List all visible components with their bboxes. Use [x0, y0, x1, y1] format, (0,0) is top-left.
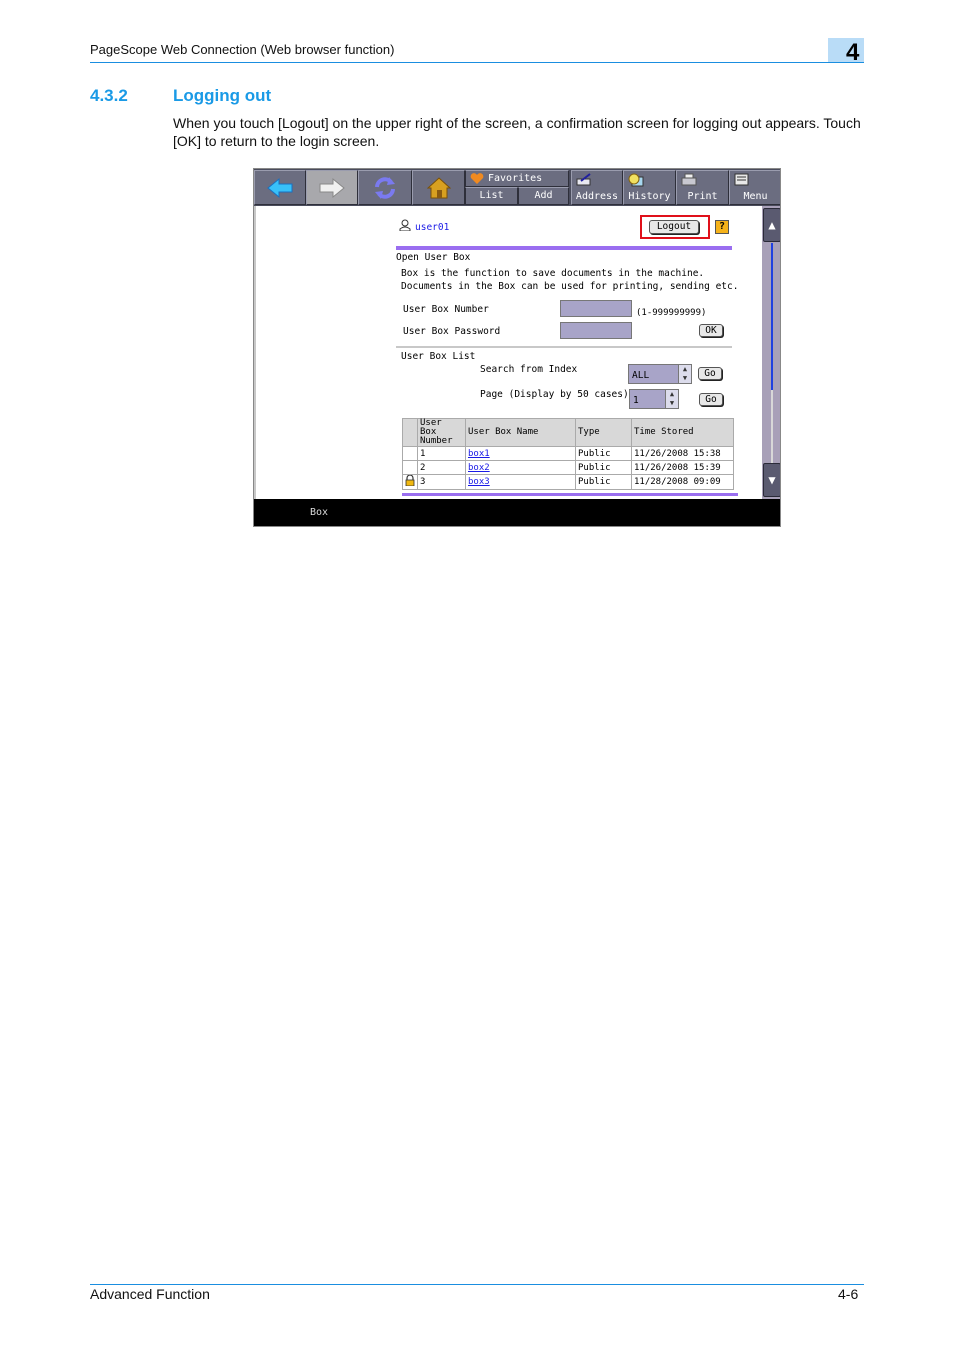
open-user-box-heading: Open User Box: [396, 252, 471, 263]
table-row: 3 box3 Public 11/28/2008 09:09: [402, 474, 734, 490]
column-header-time: Time Stored: [631, 418, 734, 447]
print-button[interactable]: Print: [676, 170, 729, 205]
page-select[interactable]: 1 ▲ ▼: [629, 389, 679, 409]
spinner-arrows-icon[interactable]: ▲ ▼: [665, 390, 678, 408]
box-name-link[interactable]: box3: [468, 477, 490, 487]
scroll-up-button[interactable]: ▲: [763, 208, 780, 242]
page-go-button[interactable]: Go: [699, 393, 723, 406]
running-header-title: PageScope Web Connection (Web browser fu…: [90, 42, 395, 57]
padlock-icon: [405, 474, 415, 487]
box-number: 2: [417, 460, 466, 475]
favorites-add-button[interactable]: Add: [518, 187, 569, 205]
search-index-label: Search from Index: [480, 364, 578, 375]
logout-button[interactable]: Logout: [649, 220, 699, 234]
address-book-icon: [576, 173, 591, 186]
table-row: 2 box2 Public 11/26/2008 15:39: [402, 460, 734, 475]
header-divider: [90, 62, 864, 63]
status-bar-label: Box: [310, 507, 329, 518]
table-header-row: User Box Number User Box Name Type Time …: [402, 418, 734, 447]
browser-toolbar: Favorites List Add Address History Print: [254, 169, 780, 206]
section-divider-top: [396, 246, 732, 250]
web-browser-screenshot: Favorites List Add Address History Print: [253, 168, 781, 527]
scroll-down-button[interactable]: ▼: [763, 463, 780, 497]
search-index-select[interactable]: ALL ▲ ▼: [628, 364, 692, 384]
user-box-number-label: User Box Number: [403, 304, 489, 315]
user-box-table: User Box Number User Box Name Type Time …: [402, 418, 734, 490]
column-header-type: Type: [575, 418, 632, 447]
favorites-list-button[interactable]: List: [465, 187, 518, 205]
menu-button[interactable]: Menu: [729, 170, 780, 205]
history-label: History: [628, 191, 671, 202]
box-description-1: Box is the function to save documents in…: [401, 268, 705, 279]
box-type: Public: [575, 446, 632, 461]
back-button[interactable]: [254, 170, 306, 205]
arrow-down-icon: ▼: [768, 473, 776, 487]
page-value: 1: [633, 395, 639, 406]
refresh-icon: [375, 176, 395, 199]
box-number: 3: [417, 474, 466, 490]
user-box-password-label: User Box Password: [403, 326, 501, 337]
vertical-scrollbar[interactable]: ▲ ▼: [762, 206, 780, 499]
section-body: When you touch [Logout] on the upper rig…: [173, 115, 861, 149]
lock-cell: [402, 446, 418, 461]
section-number: 4.3.2: [90, 86, 128, 105]
lock-cell: [402, 474, 418, 490]
footer-title: Advanced Function: [90, 1286, 210, 1302]
box-name-link[interactable]: box2: [468, 463, 490, 473]
back-arrow-icon: [267, 177, 293, 198]
box-type: Public: [575, 474, 632, 490]
forward-button[interactable]: [306, 170, 358, 205]
section-title: Logging out: [173, 86, 272, 105]
footer-divider: [90, 1284, 864, 1285]
print-label: Print: [687, 191, 718, 202]
table-row: 1 box1 Public 11/26/2008 15:38: [402, 446, 734, 461]
box-time-stored: 11/28/2008 09:09: [631, 474, 734, 490]
box-type: Public: [575, 460, 632, 475]
user-box-number-range: (1-999999999): [636, 308, 707, 318]
menu-icon: [734, 173, 749, 186]
forward-arrow-icon: [319, 177, 345, 198]
heart-icon: [470, 173, 484, 184]
box-time-stored: 11/26/2008 15:39: [631, 460, 734, 475]
printer-icon: [681, 173, 697, 186]
box-description-2: Documents in the Box can be used for pri…: [401, 281, 739, 292]
menu-label: Menu: [743, 191, 768, 202]
address-button[interactable]: Address: [571, 170, 623, 205]
address-label: Address: [575, 191, 619, 202]
user-icon: [399, 219, 411, 231]
user-name: user01: [415, 222, 450, 233]
status-bar: Box: [254, 499, 780, 526]
history-icon: [628, 173, 644, 187]
page-display-label: Page (Display by 50 cases): [480, 389, 629, 400]
user-box-number-input[interactable]: [560, 300, 632, 317]
refresh-button[interactable]: [358, 170, 412, 205]
page-number: 4-6: [838, 1286, 859, 1302]
home-icon: [426, 176, 451, 198]
scroll-thumb[interactable]: [771, 243, 773, 390]
box-name-link[interactable]: box1: [468, 449, 490, 459]
lock-column-header: [402, 418, 418, 447]
user-box-password-input[interactable]: [560, 322, 632, 339]
search-go-button[interactable]: Go: [698, 367, 722, 380]
spinner-arrows-icon[interactable]: ▲ ▼: [678, 365, 691, 383]
favorites-label: Favorites: [488, 173, 543, 184]
home-button[interactable]: [412, 170, 465, 205]
user-box-list-heading: User Box List: [401, 351, 476, 362]
box-time-stored: 11/26/2008 15:38: [631, 446, 734, 461]
box-number: 1: [417, 446, 466, 461]
page-content: user01 Logout ? Open User Box Box is the…: [254, 206, 766, 499]
favorites-header: Favorites: [465, 170, 569, 187]
lock-cell: [402, 460, 418, 475]
chapter-number: 4: [846, 39, 860, 66]
column-header-number: User Box Number: [417, 418, 466, 447]
section-divider-bottom: [402, 493, 738, 496]
ok-button[interactable]: OK: [699, 324, 723, 337]
search-index-value: ALL: [632, 370, 650, 381]
help-button[interactable]: ?: [715, 220, 729, 234]
arrow-up-icon: ▲: [768, 218, 776, 232]
section-divider-middle: [396, 346, 732, 348]
history-button[interactable]: History: [623, 170, 676, 205]
column-header-name: User Box Name: [465, 418, 576, 447]
